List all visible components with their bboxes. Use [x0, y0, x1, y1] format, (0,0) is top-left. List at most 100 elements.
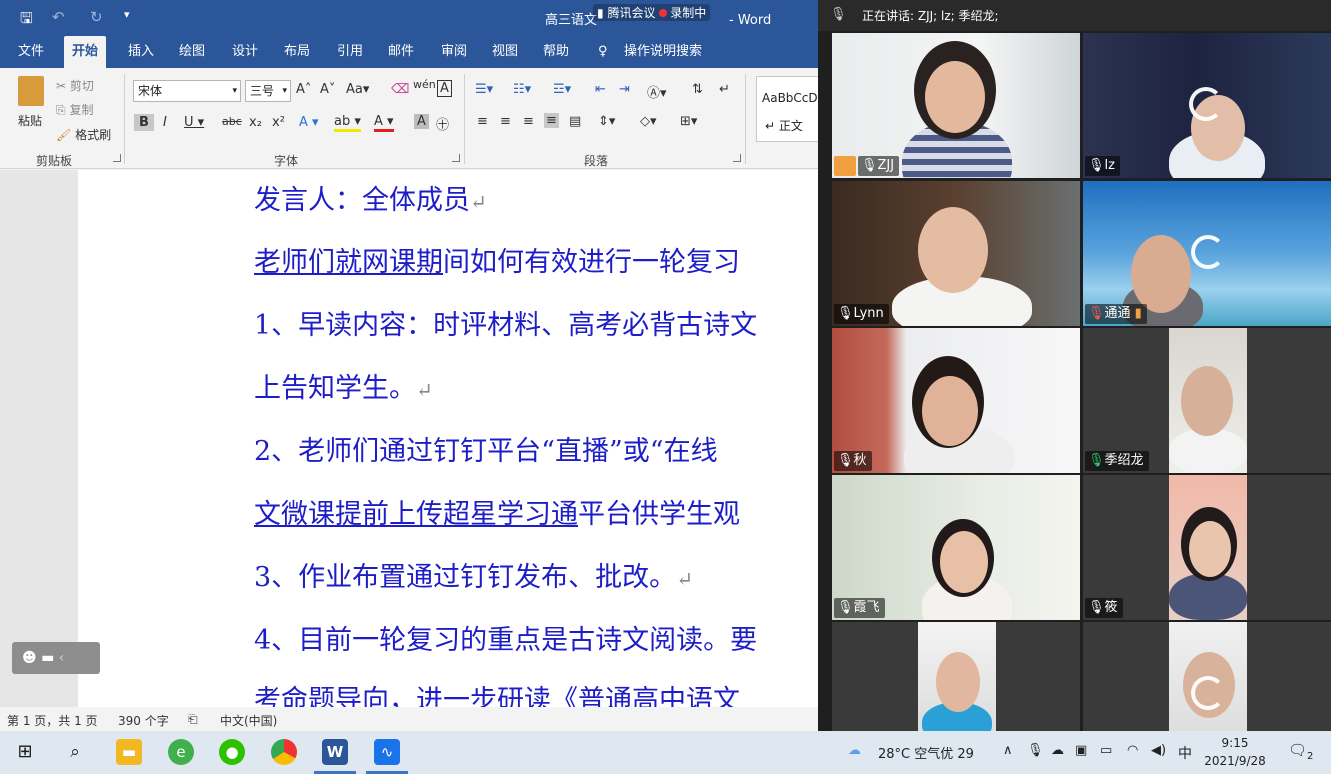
paragraph-launcher-icon[interactable]	[733, 154, 741, 162]
video-tile[interactable]	[832, 622, 1080, 731]
tab-layout[interactable]: 布局	[280, 36, 314, 68]
notification-icon[interactable]: 🗨2	[1288, 741, 1313, 762]
chinese-layout-icon[interactable]: Ⓐ▾	[647, 82, 667, 101]
paste-icon[interactable]	[18, 76, 44, 106]
align-right-icon[interactable]: ≡	[523, 114, 534, 129]
font-color-icon[interactable]: A ▾	[374, 114, 394, 132]
collapse-icon[interactable]: ‹	[59, 650, 65, 666]
ime-indicator[interactable]: 中	[1178, 743, 1192, 763]
underline-button[interactable]: U ▾	[184, 115, 204, 130]
paste-button[interactable]: 粘贴	[18, 112, 42, 129]
show-marks-icon[interactable]: ↵	[719, 82, 730, 97]
tell-me-search[interactable]: 操作说明搜索	[620, 36, 706, 68]
multilevel-list-icon[interactable]: ☲▾	[553, 82, 571, 97]
video-tile[interactable]: 🎙通通 ▮	[1083, 181, 1331, 326]
increase-indent-icon[interactable]: ⇥	[619, 82, 630, 97]
char-border-icon[interactable]: A	[437, 80, 452, 97]
clipboard-launcher-icon[interactable]	[113, 154, 121, 162]
onedrive-icon[interactable]: ☁	[1051, 743, 1064, 758]
highlight-icon[interactable]: ab ▾	[334, 114, 361, 132]
tab-home[interactable]: 开始	[64, 36, 107, 68]
char-shading-icon[interactable]: A	[414, 114, 429, 129]
weather-icon[interactable]: ☁	[848, 743, 861, 758]
text-effects-icon[interactable]: A ▾	[299, 115, 319, 130]
mic-icon[interactable]: 🎙	[1027, 743, 1044, 758]
font-launcher-icon[interactable]	[452, 154, 460, 162]
word-app-icon[interactable]: W	[322, 739, 348, 765]
change-case-icon[interactable]: Aa▾	[346, 82, 369, 97]
battery-icon[interactable]: ▭	[1100, 743, 1112, 758]
format-painter-button[interactable]: 🖌 格式刷	[56, 126, 111, 143]
bold-button[interactable]: B	[134, 114, 154, 131]
enclose-char-icon[interactable]: ㊉	[436, 114, 449, 133]
proofing-icon[interactable]: ⎗	[188, 712, 198, 727]
wifi-icon[interactable]: ◠	[1127, 743, 1138, 758]
sort-icon[interactable]: ⇅	[692, 82, 703, 97]
tab-design[interactable]: 设计	[228, 36, 262, 68]
video-tile[interactable]: 🎙筱	[1083, 475, 1331, 620]
copy-button[interactable]: ⎘ 复制	[56, 101, 93, 118]
strikethrough-button[interactable]: abc	[222, 115, 242, 128]
chat-icon[interactable]: ▬	[41, 650, 54, 666]
redo-icon[interactable]: ↻	[90, 8, 103, 26]
video-tile[interactable]: 🎙ZJJ	[832, 33, 1080, 178]
grow-font-icon[interactable]: A˄	[296, 82, 311, 97]
save-icon[interactable]: 🖫	[20, 8, 33, 33]
chrome-icon[interactable]	[271, 739, 297, 765]
italic-button[interactable]: I	[163, 115, 167, 130]
emoji-icon[interactable]: ☻	[22, 650, 37, 666]
document-page[interactable]: 发言人：全体成员↵ 老师们就网课期间如何有效进行一轮复习 1、早读内容：时评材料…	[78, 170, 818, 707]
tab-review[interactable]: 审阅	[437, 36, 471, 68]
wechat-icon[interactable]: ●	[219, 739, 245, 765]
tab-references[interactable]: 引用	[333, 36, 367, 68]
font-size-select[interactable]: 三号 ▾	[245, 80, 291, 102]
weather-text[interactable]: 28°C 空气优 29	[878, 743, 974, 762]
meeting-recording-banner[interactable]: ▮ 腾讯会议 录制中	[593, 4, 711, 21]
shading-icon[interactable]: ◇▾	[640, 114, 657, 129]
shrink-font-icon[interactable]: A˅	[320, 82, 335, 97]
align-center-icon[interactable]: ≡	[500, 114, 511, 129]
clock[interactable]: 9:15 2021/9/28	[1200, 734, 1270, 770]
subscript-button[interactable]: x₂	[249, 115, 262, 130]
chevron-up-icon[interactable]: ∧	[1003, 743, 1013, 758]
style-normal[interactable]: AaBbCcD ↵ 正文	[756, 76, 818, 142]
volume-icon[interactable]: ◀)	[1151, 743, 1166, 758]
borders-icon[interactable]: ⊞▾	[680, 114, 697, 129]
bullets-icon[interactable]: ☰▾	[475, 82, 493, 97]
language[interactable]: 中文(中国)	[220, 712, 277, 729]
video-tile[interactable]: 🎙lz	[1083, 33, 1331, 178]
page-count[interactable]: 第 1 页，共 1 页	[7, 712, 98, 729]
tab-mailings[interactable]: 邮件	[384, 36, 418, 68]
align-left-icon[interactable]: ≡	[477, 114, 488, 129]
app-tray-icon[interactable]: ▣	[1075, 743, 1087, 758]
floating-toolbar[interactable]: ☻ ▬ ‹	[12, 642, 100, 674]
video-tile[interactable]	[1083, 622, 1331, 731]
tab-help[interactable]: 帮助	[539, 36, 573, 68]
customize-qat-icon[interactable]: ▾	[124, 8, 130, 21]
cut-button[interactable]: ✂ 剪切	[56, 77, 94, 94]
video-tile[interactable]: 🎙霞飞	[832, 475, 1080, 620]
search-icon[interactable]: ⌕	[62, 739, 88, 765]
file-explorer-icon[interactable]: ▬	[116, 739, 142, 765]
edge-browser-icon[interactable]: e	[168, 739, 194, 765]
line-spacing-icon[interactable]: ⇕▾	[598, 114, 615, 129]
clear-format-icon[interactable]: ⌫	[391, 82, 409, 97]
decrease-indent-icon[interactable]: ⇤	[595, 82, 606, 97]
tab-insert[interactable]: 插入	[124, 36, 158, 68]
tab-file[interactable]: 文件	[14, 36, 48, 68]
video-tile[interactable]: 🎙季绍龙	[1083, 328, 1331, 473]
numbering-icon[interactable]: ☷▾	[513, 82, 531, 97]
superscript-button[interactable]: x²	[272, 115, 285, 130]
video-tile[interactable]: 🎙秋	[832, 328, 1080, 473]
word-count[interactable]: 390 个字	[118, 712, 169, 729]
font-name-select[interactable]: 宋体 ▾	[133, 80, 241, 102]
phonetic-guide-icon[interactable]: wén	[413, 78, 436, 91]
justify-icon[interactable]: ≡	[544, 113, 559, 128]
windows-start-icon[interactable]: ⊞	[12, 739, 38, 765]
video-tile[interactable]: 🎙Lynn	[832, 181, 1080, 326]
tab-draw[interactable]: 绘图	[175, 36, 209, 68]
tencent-meeting-icon[interactable]: ∿	[374, 739, 400, 765]
distribute-icon[interactable]: ▤	[569, 114, 581, 129]
tab-view[interactable]: 视图	[488, 36, 522, 68]
undo-icon[interactable]: ↶	[52, 8, 65, 26]
